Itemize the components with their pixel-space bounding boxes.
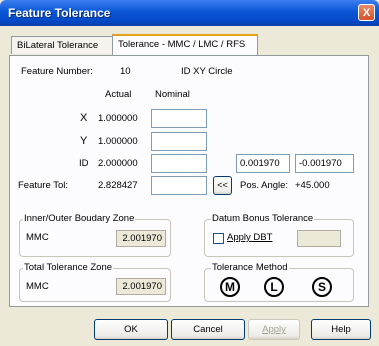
- nominal-column-header: Nominal: [155, 89, 190, 100]
- x-nominal-input[interactable]: [151, 109, 207, 128]
- tab-mmc-lmc-rfs[interactable]: Tolerance - MMC / LMC / RFS: [112, 34, 258, 55]
- copy-tolerance-button[interactable]: <<: [213, 176, 232, 195]
- inner-outer-boundary-title: Inner/Outer Boudary Zone: [23, 213, 136, 224]
- tolerance-method-title: Tolerance Method: [211, 262, 289, 273]
- feature-tol-actual-value: 2.828427: [98, 180, 138, 191]
- datum-bonus-group: Datum Bonus Tolerance Apply DBT: [204, 213, 354, 257]
- feature-number-value: 10: [120, 66, 131, 77]
- id-plus-tolerance-input[interactable]: 0.001970: [236, 154, 290, 173]
- rfs-symbol-button[interactable]: S: [312, 277, 332, 297]
- tolerance-method-group: Tolerance Method M L S: [204, 262, 354, 302]
- x-actual-value: 1.000000: [98, 113, 138, 124]
- ok-button[interactable]: OK: [94, 319, 168, 340]
- id-actual-value: 2.000000: [98, 158, 138, 169]
- feature-tol-nominal-input[interactable]: [151, 176, 207, 195]
- apply-dbt-checkbox[interactable]: [213, 233, 224, 244]
- tab-bilateral-tolerance[interactable]: BiLateral Tolerance: [11, 36, 114, 54]
- pos-angle-value: +45.000: [295, 180, 330, 191]
- datum-bonus-title: Datum Bonus Tolerance: [211, 213, 315, 224]
- apply-button[interactable]: Apply: [248, 319, 300, 340]
- id-minus-tolerance-input[interactable]: -0.001970: [295, 154, 354, 173]
- y-actual-value: 1.000000: [98, 136, 138, 147]
- feature-tol-label: Feature Tol:: [18, 180, 68, 191]
- help-button[interactable]: Help: [311, 319, 371, 340]
- feature-name: ID XY Circle: [181, 66, 233, 77]
- tab-panel: Feature Number: 10 ID XY Circle Actual N…: [9, 55, 369, 307]
- actual-column-header: Actual: [105, 89, 132, 100]
- id-label: ID: [79, 158, 89, 169]
- id-nominal-input[interactable]: [151, 154, 207, 173]
- feature-number-label: Feature Number:: [21, 66, 93, 77]
- inner-outer-boundary-group: Inner/Outer Boudary Zone MMC 2.001970: [19, 213, 171, 257]
- window-title: Feature Tolerance: [8, 6, 111, 20]
- inner-outer-value: 2.001970: [116, 230, 166, 247]
- datum-bonus-value: [297, 230, 341, 247]
- feature-tolerance-dialog: Feature Tolerance X BiLateral Tolerance …: [0, 0, 379, 346]
- total-tolerance-mmc-label: MMC: [26, 281, 49, 292]
- apply-dbt-label[interactable]: Apply DBT: [227, 232, 272, 243]
- total-tolerance-value: 2.001970: [116, 278, 166, 295]
- cancel-button[interactable]: Cancel: [171, 319, 245, 340]
- total-tolerance-title: Total Tolerance Zone: [23, 262, 114, 273]
- mmc-symbol-button[interactable]: M: [220, 277, 240, 297]
- title-bar[interactable]: Feature Tolerance X: [0, 0, 379, 26]
- y-nominal-input[interactable]: [151, 132, 207, 151]
- inner-outer-mmc-label: MMC: [26, 232, 49, 243]
- lmc-symbol-button[interactable]: L: [264, 277, 284, 297]
- close-button[interactable]: X: [358, 4, 375, 21]
- pos-angle-label: Pos. Angle:: [240, 180, 289, 191]
- total-tolerance-group: Total Tolerance Zone MMC 2.001970: [19, 262, 171, 302]
- x-label: X: [80, 112, 88, 124]
- y-label: Y: [80, 135, 88, 147]
